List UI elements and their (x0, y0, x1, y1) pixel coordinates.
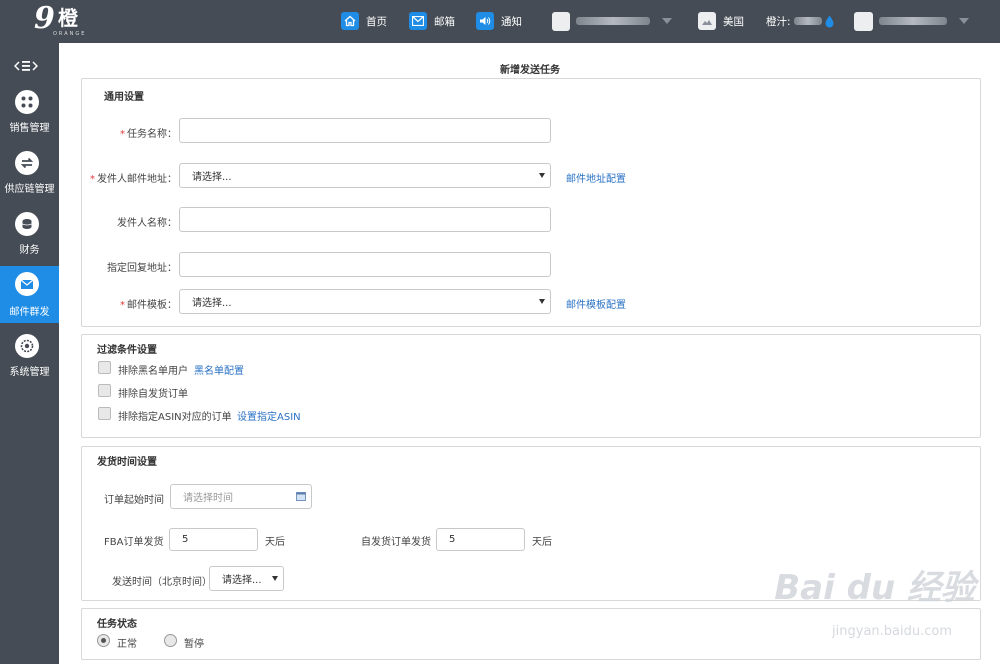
status-normal-label: 正常 (117, 639, 137, 650)
fba-ship-label: FBA订单发货 (104, 537, 164, 548)
shop-name-redacted (575, 17, 650, 25)
order-start-date-input[interactable]: 请选择时间 (170, 484, 312, 509)
template-select[interactable]: 请选择... (179, 289, 551, 314)
balance-redacted (793, 17, 822, 25)
nav-home[interactable]: 首页 (341, 11, 387, 31)
username-redacted (878, 17, 947, 25)
sidebar-item-label: 销售管理 (9, 123, 50, 134)
panel-title: 通用设置 (104, 92, 144, 103)
shop-selector[interactable] (552, 11, 672, 31)
task-name-label: * 任务名称： (120, 129, 177, 140)
exclude-blacklist-label: 排除黑名单用户 (118, 366, 188, 377)
filter-settings-panel: 过滤条件设置 排除黑名单用户 黑名单配置 排除自发货订单 排除指定ASIN对应的… (81, 334, 981, 438)
logo[interactable]: 9 橙 ORANGE (30, 1, 90, 38)
mail-icon (409, 12, 427, 30)
status-paused-label: 暂停 (184, 639, 204, 650)
droplet-icon (825, 15, 834, 28)
order-start-label: 订单起始时间 (104, 495, 164, 506)
orange-juice-label: 橙汁: (766, 15, 791, 28)
grid-icon (15, 90, 39, 114)
nav-notice[interactable]: 通知 (476, 11, 522, 31)
self-ship-days-input[interactable]: 5 (436, 528, 525, 551)
nav-home-label: 首页 (366, 15, 387, 28)
logo-subtext: ORANGE (53, 31, 87, 37)
exclude-self-ship-label: 排除自发货订单 (118, 389, 188, 400)
logo-numeral: 9 (34, 1, 55, 36)
template-value: 请选择... (192, 298, 232, 309)
order-start-placeholder: 请选择时间 (183, 493, 233, 504)
region-label: 美国 (723, 15, 744, 28)
sender-name-label: 发件人名称： (117, 218, 177, 229)
dropdown-arrow-icon (272, 576, 278, 581)
exclude-self-ship-checkbox[interactable] (98, 384, 111, 397)
sidebar-item-email-campaign[interactable]: 邮件群发 (0, 266, 59, 323)
chevron-down-icon (959, 18, 969, 24)
template-config-link[interactable]: 邮件模板配置 (566, 296, 626, 311)
status-paused-radio[interactable] (164, 634, 177, 647)
sender-email-value: 请选择... (192, 172, 232, 183)
general-settings-panel: 通用设置 * 任务名称： * 发件人邮件地址： 请选择... 邮件地址配置 发件人名… (81, 78, 981, 327)
fba-unit: 天后 (265, 537, 285, 548)
chevron-down-icon (662, 18, 672, 24)
exclude-asin-checkbox[interactable] (98, 407, 111, 420)
sidebar-item-label: 财务 (19, 245, 40, 256)
nav-notice-label: 通知 (501, 15, 522, 28)
gear-icon (15, 334, 39, 358)
sender-email-label: * 发件人邮件地址： (90, 174, 177, 185)
sidebar-item-label: 系统管理 (9, 367, 50, 378)
page-title: 新增发送任务 (500, 65, 560, 76)
send-time-select[interactable]: 请选择... (209, 566, 284, 591)
panel-title: 任务状态 (97, 619, 137, 630)
self-ship-unit: 天后 (532, 537, 552, 548)
exclude-asin-label: 排除指定ASIN对应的订单 (118, 412, 232, 423)
orange-juice-balance: 橙汁: (766, 11, 834, 31)
speaker-icon (476, 12, 494, 30)
sender-email-select[interactable]: 请选择... (179, 163, 551, 188)
reply-to-input[interactable] (179, 252, 551, 277)
send-time-label: 发送时间（北京时间） (112, 577, 212, 588)
mail-icon (15, 272, 39, 296)
fba-days-value: 5 (182, 534, 189, 545)
logo-character: 橙 (58, 6, 78, 30)
reply-to-label: 指定回复地址： (107, 263, 177, 274)
nav-mailbox-label: 邮箱 (434, 15, 455, 28)
send-time-value: 请选择... (222, 575, 262, 586)
baidu-watermark-url: jingyan.baidu.com (832, 624, 952, 639)
user-menu[interactable] (854, 11, 969, 31)
self-ship-label: 自发货订单发货 (361, 537, 431, 548)
template-label: * 邮件模板： (120, 300, 177, 311)
sidebar-item-supply-chain[interactable]: 供应链管理 (0, 148, 59, 205)
region-selector[interactable]: 美国 (698, 11, 744, 31)
sidebar-item-label: 供应链管理 (4, 184, 55, 195)
task-name-input[interactable] (179, 118, 551, 143)
sender-name-input[interactable] (179, 207, 551, 232)
coins-icon (15, 212, 39, 236)
home-icon (341, 12, 359, 30)
fba-days-input[interactable]: 5 (169, 528, 258, 551)
self-ship-days-value: 5 (449, 534, 456, 545)
panel-title: 过滤条件设置 (97, 345, 157, 356)
asin-config-link[interactable]: 设置指定ASIN (237, 408, 301, 423)
dropdown-arrow-icon (539, 173, 545, 178)
baidu-watermark: Bai du 经验 (774, 568, 975, 608)
nav-mailbox[interactable]: 邮箱 (409, 11, 455, 31)
sidebar: 销售管理 供应链管理 财务 邮件群发 系统管理 (0, 43, 59, 664)
email-address-config-link[interactable]: 邮件地址配置 (566, 170, 626, 185)
top-navbar: 9 橙 ORANGE 首页 邮箱 通知 美国 橙汁: (0, 0, 1000, 43)
sidebar-item-sales[interactable]: 销售管理 (0, 87, 59, 144)
status-normal-radio[interactable] (97, 634, 110, 647)
dropdown-arrow-icon (539, 299, 545, 304)
sidebar-item-finance[interactable]: 财务 (0, 209, 59, 266)
shop-avatar (552, 11, 570, 31)
sidebar-item-system[interactable]: 系统管理 (0, 331, 59, 388)
sidebar-item-label: 邮件群发 (9, 307, 50, 318)
exclude-blacklist-checkbox[interactable] (98, 361, 111, 374)
flag-icon (698, 12, 716, 30)
panel-title: 发货时间设置 (97, 457, 157, 468)
avatar (854, 11, 873, 31)
calendar-icon[interactable] (296, 492, 306, 501)
blacklist-config-link[interactable]: 黑名单配置 (194, 362, 244, 377)
exchange-icon (15, 151, 39, 175)
sidebar-toggle-icon[interactable] (13, 59, 39, 73)
